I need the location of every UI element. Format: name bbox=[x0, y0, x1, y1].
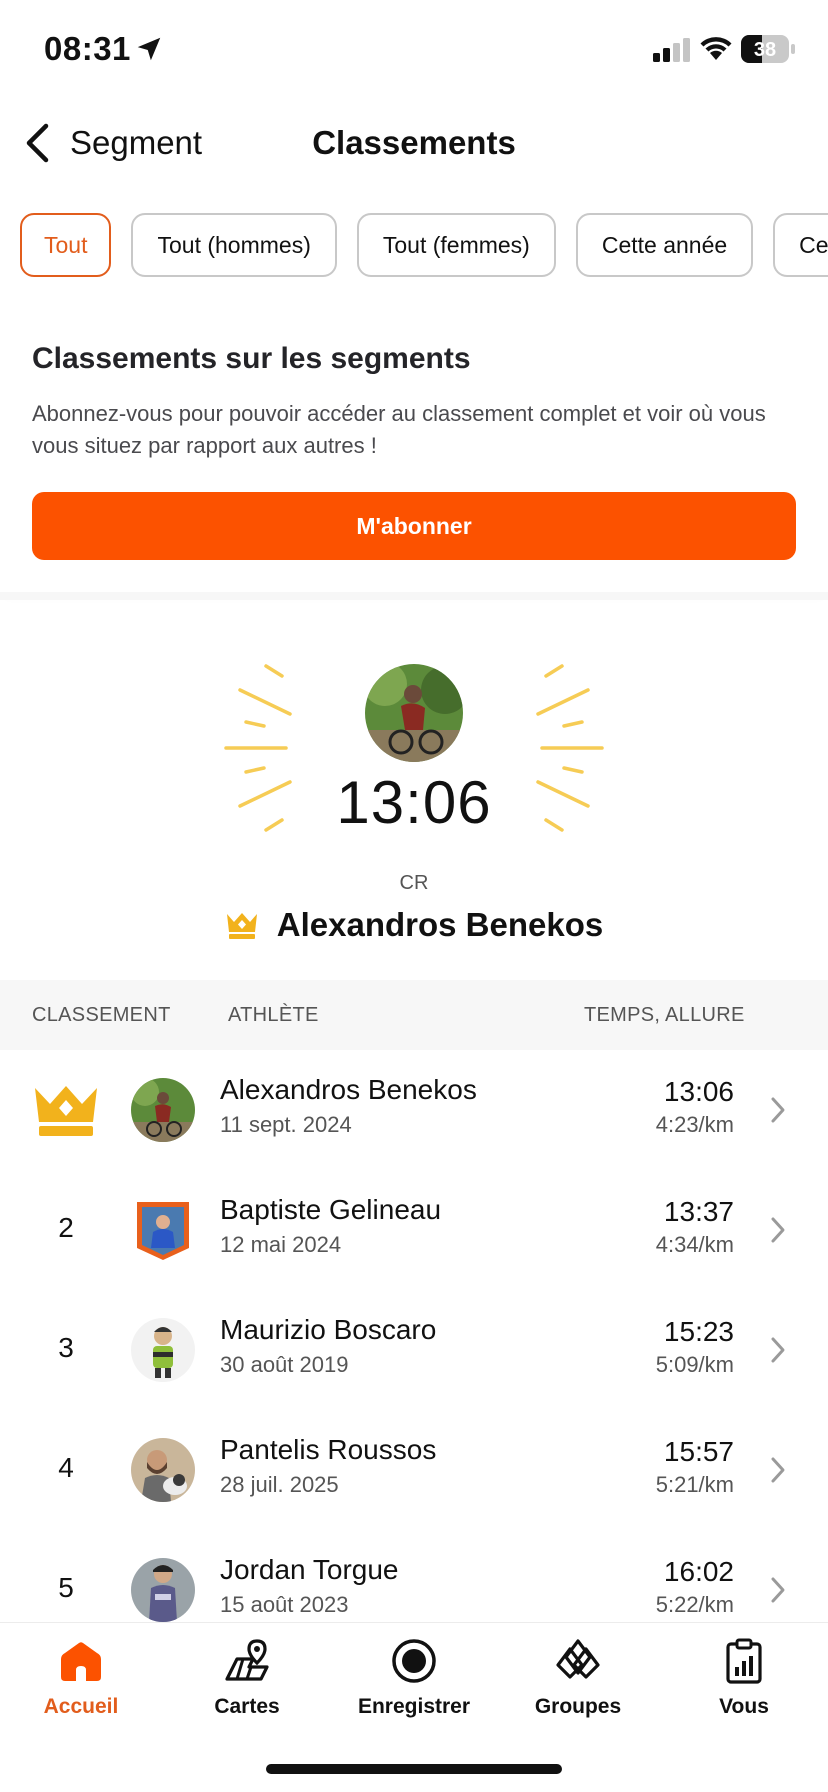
page-title: Classements bbox=[312, 124, 516, 161]
effort-pace: 4:34/km bbox=[655, 1232, 734, 1257]
athlete-photo-icon bbox=[131, 1438, 195, 1502]
leader-name: Alexandros Benekos bbox=[276, 906, 604, 943]
tab-maps-label: Cartes bbox=[214, 1695, 280, 1718]
effort-date: 12 mai 2024 bbox=[220, 1232, 342, 1257]
tab-home-label: Accueil bbox=[43, 1695, 119, 1718]
tab-groups-label: Groupes bbox=[534, 1695, 622, 1718]
wifi-icon bbox=[700, 37, 732, 60]
athlete-photo-icon bbox=[131, 1558, 195, 1622]
leader-avatar[interactable] bbox=[365, 664, 463, 762]
tab-you-label: Vous bbox=[719, 1695, 769, 1718]
subscribe-button[interactable]: M'abonner bbox=[32, 492, 796, 560]
battery-level: 38 bbox=[754, 39, 776, 61]
status-time: 08:31 bbox=[44, 30, 131, 67]
cellular-signal-icon bbox=[653, 38, 690, 62]
course-record-label: CR bbox=[399, 872, 429, 894]
you-icon bbox=[726, 1638, 762, 1684]
record-icon bbox=[392, 1639, 436, 1683]
effort-date: 30 août 2019 bbox=[220, 1352, 349, 1377]
effort-pace: 5:09/km bbox=[655, 1352, 734, 1377]
tab-record[interactable]: Enregistrer bbox=[339, 1637, 489, 1719]
filter-chip-more[interactable]: Ce bbox=[773, 213, 828, 277]
chevron-right-icon bbox=[771, 1217, 785, 1243]
chevron-right-icon bbox=[771, 1457, 785, 1483]
avatar bbox=[131, 1198, 195, 1262]
crown-icon bbox=[35, 1086, 97, 1136]
tab-home[interactable]: Accueil bbox=[6, 1637, 156, 1719]
battery-icon: 38 bbox=[741, 35, 795, 63]
leaderboard-row[interactable]: 4 Pantelis Roussos 28 juil. 2025 15:57 5… bbox=[0, 1410, 828, 1530]
effort-time: 15:57 bbox=[663, 1436, 734, 1467]
subscribe-card: Classements sur les segments Abonnez-vou… bbox=[0, 310, 828, 592]
avatar bbox=[131, 1438, 195, 1502]
header-athlete: ATHLÈTE bbox=[228, 1004, 319, 1026]
leaderboard-header: CLASSEMENT ATHLÈTE TEMPS, ALLURE bbox=[0, 980, 828, 1050]
status-bar: 08:31 38 bbox=[0, 0, 828, 100]
leader-photo-icon bbox=[365, 664, 463, 762]
rank-number: 4 bbox=[58, 1452, 74, 1483]
filter-chip-all[interactable]: Tout bbox=[20, 213, 112, 277]
section-divider bbox=[0, 592, 828, 600]
filter-chip-men[interactable]: Tout (hommes) bbox=[131, 213, 337, 277]
crown-icon bbox=[226, 913, 257, 939]
effort-date: 28 juil. 2025 bbox=[220, 1472, 339, 1497]
filter-chip-this-year[interactable]: Cette année bbox=[575, 213, 754, 277]
effort-pace: 5:21/km bbox=[655, 1472, 734, 1497]
rank-number: 2 bbox=[58, 1212, 74, 1243]
effort-date: 11 sept. 2024 bbox=[220, 1112, 352, 1137]
effort-pace: 5:22/km bbox=[655, 1592, 734, 1617]
groups-icon bbox=[556, 1639, 600, 1679]
tab-you[interactable]: Vous bbox=[669, 1637, 819, 1719]
leaderboard-row[interactable]: Alexandros Benekos 11 sept. 2024 13:06 4… bbox=[0, 1050, 828, 1170]
leaderboard-list: Alexandros Benekos 11 sept. 2024 13:06 4… bbox=[0, 1050, 828, 1650]
home-indicator[interactable] bbox=[266, 1764, 562, 1774]
nav-bar: Segment Classements bbox=[0, 100, 828, 184]
athlete-name: Jordan Torgue bbox=[220, 1554, 399, 1585]
effort-time: 16:02 bbox=[663, 1556, 734, 1587]
filter-scroller[interactable]: Tout Tout (hommes) Tout (femmes) Cette a… bbox=[0, 200, 828, 290]
effort-time: 15:23 bbox=[663, 1316, 734, 1347]
header-rank: CLASSEMENT bbox=[32, 1004, 171, 1026]
athlete-cartoon-icon bbox=[131, 1318, 195, 1382]
effort-pace: 4:23/km bbox=[655, 1112, 734, 1137]
athlete-badge-icon bbox=[137, 1202, 189, 1260]
athlete-name: Maurizio Boscaro bbox=[220, 1314, 437, 1345]
leader-hero: 13:06 CR Alexandros Benekos bbox=[0, 600, 828, 980]
leaderboard-row[interactable]: 2 Baptiste Gelineau 12 mai 2024 13:37 4:… bbox=[0, 1170, 828, 1290]
chevron-right-icon bbox=[771, 1337, 785, 1363]
rank-number: 3 bbox=[58, 1332, 74, 1363]
effort-time: 13:06 bbox=[663, 1076, 734, 1107]
leader-name-row[interactable]: Alexandros Benekos bbox=[0, 906, 828, 944]
avatar bbox=[131, 1558, 195, 1622]
tab-groups[interactable]: Groupes bbox=[503, 1637, 653, 1719]
athlete-name: Pantelis Roussos bbox=[220, 1434, 437, 1465]
avatar bbox=[131, 1078, 195, 1142]
tab-record-label: Enregistrer bbox=[357, 1695, 471, 1718]
subscribe-title: Classements sur les segments bbox=[32, 342, 471, 375]
avatar bbox=[131, 1318, 195, 1382]
athlete-name: Baptiste Gelineau bbox=[220, 1194, 442, 1225]
chevron-right-icon bbox=[771, 1097, 785, 1123]
athlete-name: Alexandros Benekos bbox=[220, 1074, 477, 1105]
subscribe-text: Abonnez-vous pour pouvoir accéder au cla… bbox=[32, 401, 766, 458]
effort-time: 13:37 bbox=[663, 1196, 734, 1227]
chevron-right-icon bbox=[771, 1577, 785, 1603]
effort-date: 15 août 2023 bbox=[220, 1592, 349, 1617]
leaderboard-row[interactable]: 3 Maurizio Boscaro 30 août 2019 15:23 5:… bbox=[0, 1290, 828, 1410]
leader-time: 13:06 bbox=[336, 769, 492, 836]
header-time-pace: TEMPS, ALLURE bbox=[584, 1004, 745, 1026]
rank-number: 5 bbox=[58, 1572, 74, 1603]
athlete-photo-icon bbox=[131, 1078, 195, 1142]
location-arrow-icon bbox=[137, 37, 161, 61]
tab-maps[interactable]: Cartes bbox=[172, 1637, 322, 1719]
maps-icon bbox=[225, 1639, 269, 1681]
home-icon bbox=[61, 1642, 101, 1681]
filter-chip-women[interactable]: Tout (femmes) bbox=[356, 213, 556, 277]
